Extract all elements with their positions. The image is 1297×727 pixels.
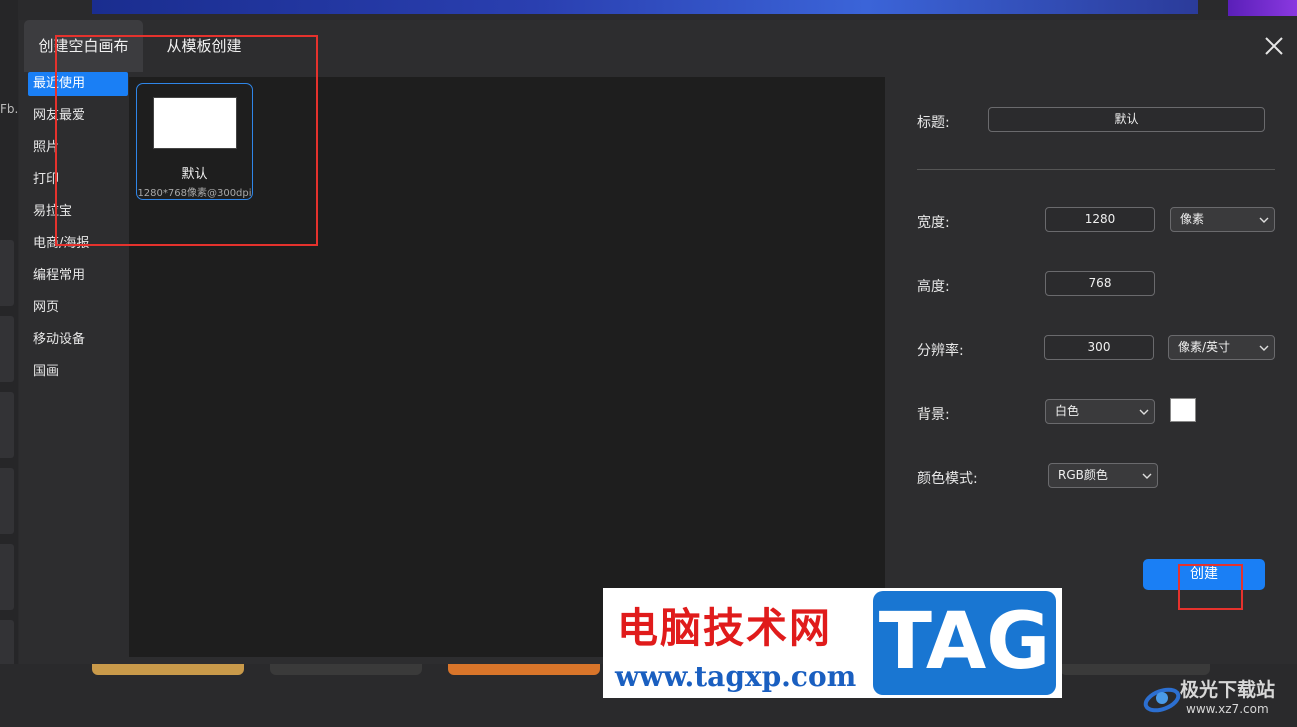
corner-logo-url: www.xz7.com (1186, 702, 1269, 716)
background-banner (92, 0, 1198, 14)
height-input[interactable]: 768 (1045, 271, 1155, 296)
background-thumbnail[interactable] (92, 664, 244, 675)
divider (917, 169, 1275, 170)
dialog-header: 创建空白画布 从模板创建 (19, 20, 1297, 72)
template-preview (153, 97, 237, 149)
category-list: 最近使用 网友最爱 照片 打印 易拉宝 电商/海报 编程常用 网页 移动设备 国… (28, 72, 128, 392)
new-canvas-dialog: 创建空白画布 从模板创建 最近使用 网友最爱 照片 打印 易拉宝 电商/海报 编… (19, 20, 1297, 664)
category-web[interactable]: 网页 (28, 296, 128, 320)
category-programming[interactable]: 编程常用 (28, 264, 128, 288)
watermark-tag-logo: TAG (873, 591, 1056, 695)
resolution-label: 分辨率: (917, 343, 964, 359)
background-color-swatch[interactable] (1170, 398, 1196, 422)
corner-logo-title: 极光下载站 (1180, 679, 1276, 701)
watermark-title: 电脑技术网 (617, 604, 832, 652)
color-mode-value: RGB颜色 (1058, 468, 1108, 482)
category-photo[interactable]: 照片 (28, 136, 128, 160)
background-tile (0, 544, 14, 610)
template-name: 默认 (181, 167, 208, 182)
background-tile (0, 392, 14, 458)
background-label: 背景: (917, 407, 950, 423)
title-label: 标题: (917, 115, 950, 131)
background-banner-right (1228, 0, 1297, 16)
category-recent[interactable]: 最近使用 (28, 72, 128, 96)
category-ecommerce-poster[interactable]: 电商/海报 (28, 232, 128, 256)
width-unit-value: 像素 (1180, 212, 1205, 226)
color-mode-select[interactable]: RGB颜色 (1048, 463, 1158, 488)
category-chinese-painting[interactable]: 国画 (28, 360, 128, 384)
settings-panel: 标题: 默认 宽度: 1280 像素 高度: 768 分辨率: 300 像素/英… (885, 77, 1297, 657)
watermark-url: www.tagxp.com (615, 660, 857, 693)
background-value: 白色 (1055, 404, 1080, 418)
background-thumbnail[interactable] (448, 664, 600, 675)
width-input[interactable]: 1280 (1045, 207, 1155, 232)
watermark: 电脑技术网 www.tagxp.com TAG (603, 588, 1062, 698)
logo-swirl-icon (1143, 687, 1181, 713)
template-card-default[interactable]: 默认 1280*768像素@300dpi (136, 83, 253, 200)
chevron-down-icon (1139, 409, 1149, 415)
tab-from-template[interactable]: 从模板创建 (149, 20, 259, 72)
corner-logo: 极光下载站 www.xz7.com (1142, 672, 1294, 724)
width-unit-select[interactable]: 像素 (1170, 207, 1275, 232)
resolution-unit-select[interactable]: 像素/英寸 (1168, 335, 1275, 360)
category-rollup-banner[interactable]: 易拉宝 (28, 200, 128, 224)
chevron-down-icon (1142, 473, 1152, 479)
template-gallery: 默认 1280*768像素@300dpi (129, 77, 885, 657)
height-label: 高度: (917, 279, 950, 295)
tab-blank-canvas[interactable]: 创建空白画布 (24, 20, 143, 72)
chevron-down-icon (1259, 345, 1269, 351)
category-mobile[interactable]: 移动设备 (28, 328, 128, 352)
category-print[interactable]: 打印 (28, 168, 128, 192)
category-favorites[interactable]: 网友最爱 (28, 104, 128, 128)
close-icon[interactable] (1261, 33, 1287, 59)
background-select[interactable]: 白色 (1045, 399, 1155, 424)
watermark-tag-text: TAG (878, 597, 1051, 687)
background-tile (0, 316, 14, 382)
resolution-input[interactable]: 300 (1044, 335, 1154, 360)
template-size: 1280*768像素@300dpi (137, 188, 252, 199)
resolution-unit-value: 像素/英寸 (1178, 340, 1231, 354)
background-thumbnail[interactable] (270, 664, 422, 675)
background-tile (0, 240, 14, 306)
create-button[interactable]: 创建 (1143, 559, 1265, 590)
width-label: 宽度: (917, 215, 950, 231)
title-input[interactable]: 默认 (988, 107, 1265, 132)
chevron-down-icon (1259, 217, 1269, 223)
color-mode-label: 颜色模式: (917, 471, 978, 487)
background-tile (0, 468, 14, 534)
